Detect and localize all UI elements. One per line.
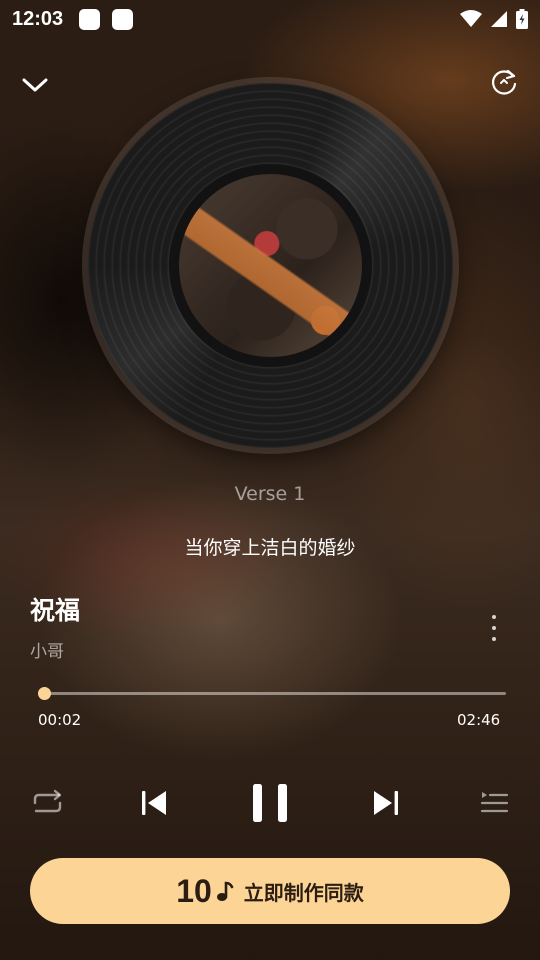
progress-bar[interactable] [37, 687, 506, 700]
music-note-icon [216, 881, 234, 901]
cta-count: 10 [176, 872, 212, 909]
playlist-icon [480, 792, 509, 813]
playlist-button[interactable] [478, 780, 510, 826]
signal-icon [491, 11, 507, 27]
album-cover-image [169, 164, 372, 367]
status-bar: 12:03 [0, 0, 540, 38]
artist-name[interactable]: 小哥 [30, 637, 64, 662]
current-time: 00:02 [38, 711, 82, 729]
song-title: 祝福 [30, 596, 81, 625]
progress-knob[interactable] [37, 687, 51, 700]
chevron-down-icon [22, 78, 48, 92]
notification-icon [112, 8, 134, 30]
lyric-section-label: Verse 1 [234, 483, 306, 505]
refresh-icon [492, 69, 517, 95]
refresh-button[interactable] [486, 64, 522, 100]
make-same-button[interactable]: 10 立即制作同款 [30, 858, 510, 924]
skip-next-icon [374, 791, 398, 815]
status-time: 12:03 [12, 7, 64, 30]
previous-button[interactable] [138, 780, 170, 826]
notification-icon [79, 8, 101, 30]
vinyl-record [88, 83, 453, 448]
current-lyric-line: 当你穿上洁白的婚纱 [184, 537, 356, 559]
pause-icon [253, 784, 287, 822]
total-time: 02:46 [457, 711, 501, 729]
skip-previous-icon [142, 791, 166, 815]
more-vertical-icon [492, 615, 496, 619]
collapse-button[interactable] [18, 68, 52, 102]
pause-button[interactable] [248, 780, 292, 826]
cta-label: 立即制作同款 [243, 880, 364, 905]
battery-icon [516, 9, 528, 29]
more-options-button[interactable] [484, 612, 504, 644]
wifi-icon [460, 10, 482, 27]
next-button[interactable] [370, 780, 402, 826]
repeat-icon [33, 789, 62, 813]
repeat-button[interactable] [28, 780, 66, 826]
